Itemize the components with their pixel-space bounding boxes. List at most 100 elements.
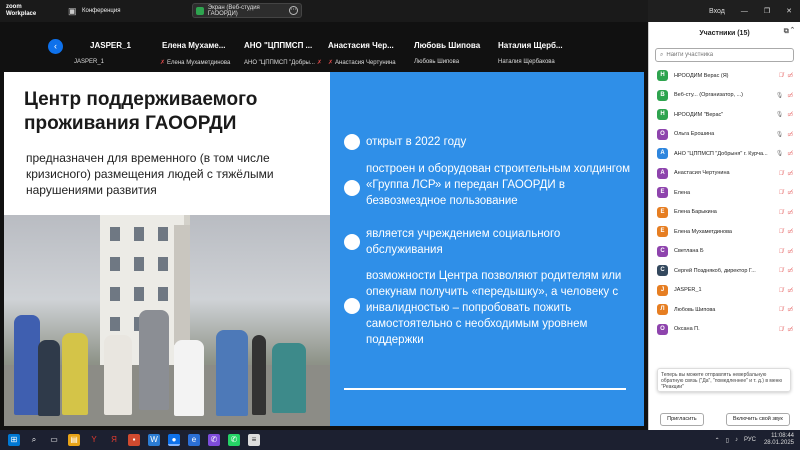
participant-row[interactable]: J JASPER_1 🎙̸ ▭̸ bbox=[649, 281, 800, 301]
participant-status: 🎙 ▭̸ bbox=[776, 131, 793, 138]
participant-search[interactable]: ⌕ bbox=[655, 48, 794, 62]
video-tile[interactable]: JASPER_1 JASPER_1 bbox=[72, 22, 152, 70]
participant-row[interactable]: Л Любовь Шипова 🎙̸ ▭̸ bbox=[649, 300, 800, 320]
participant-row[interactable]: Е Елена Барыкина 🎙̸ ▭̸ bbox=[649, 203, 800, 223]
zoom-logo: zoom Workplace bbox=[6, 4, 37, 17]
video-tile[interactable]: Анастасия Чер... ✗ Анастасия Чертунина bbox=[328, 22, 408, 70]
minimize-icon[interactable]: — bbox=[741, 8, 748, 15]
tray-arrow-icon[interactable]: ⌃ bbox=[715, 437, 720, 444]
video-tile[interactable]: Наталия Щерб... Наталия Щербакова bbox=[496, 22, 586, 70]
viber-icon[interactable]: ✆ bbox=[208, 434, 220, 446]
tile-name-small: Анастасия Чертунина bbox=[335, 60, 396, 66]
invite-button[interactable]: Пригласить bbox=[660, 412, 704, 426]
participant-row[interactable]: А АНО "ЦППМСП "Добрыня" г. Курча... 🎙 ▭̸ bbox=[649, 144, 800, 164]
mic-off-icon: 🎙̸ bbox=[778, 209, 784, 216]
panel-title: Участники (15) bbox=[699, 29, 750, 37]
video-off-icon: ▭̸ bbox=[787, 92, 793, 99]
taskview-icon[interactable]: ▭ bbox=[48, 434, 60, 446]
participant-row[interactable]: С Сергей Позднякоб, директор Г... 🎙̸ ▭̸ bbox=[649, 261, 800, 281]
close-icon[interactable]: ✕ bbox=[786, 7, 792, 15]
maximize-icon[interactable]: ❐ bbox=[764, 7, 770, 15]
bullet-dot-icon bbox=[344, 134, 360, 150]
search-input[interactable] bbox=[666, 52, 777, 58]
tile-name-big: JASPER_1 bbox=[90, 41, 131, 50]
video-tile[interactable]: АНО "ЦППМСП ... АНО "ЦППМСП "Добры... ✗ bbox=[244, 22, 324, 70]
participant-row[interactable]: О Ольга Ерошина 🎙 ▭̸ bbox=[649, 125, 800, 145]
video-tile[interactable]: Елена Мухаме... ✗ Елена Мухаметдинова bbox=[160, 22, 240, 70]
yandex-icon[interactable]: Я bbox=[108, 434, 120, 446]
avatar: Н bbox=[657, 109, 668, 121]
participant-name: Веб-сту... (Организатор, ...) bbox=[674, 92, 744, 99]
video-off-icon: ▭̸ bbox=[787, 229, 793, 235]
shield-icon[interactable]: ▣ bbox=[68, 6, 78, 16]
mic-icon: 🎙 bbox=[775, 112, 784, 118]
avatar: В bbox=[657, 89, 668, 101]
search-icon[interactable]: ⌕ bbox=[28, 434, 40, 446]
app-icon[interactable]: ▪ bbox=[128, 434, 140, 446]
participant-row[interactable]: А Анастасия Чертунина 🎙̸ ▭̸ bbox=[649, 164, 800, 184]
tile-name-big: Анастасия Чер... bbox=[328, 41, 394, 50]
more-icon[interactable]: ⋯ bbox=[289, 6, 298, 15]
zoom-icon[interactable]: ● bbox=[168, 434, 180, 446]
participant-name: НРООДИМ "Верас" bbox=[674, 111, 724, 118]
participant-status: 🎙 ▭̸ bbox=[776, 150, 793, 157]
mic-off-icon: 🎙̸ bbox=[778, 170, 784, 177]
volume-icon[interactable]: ♪ bbox=[735, 437, 738, 443]
edge-icon[interactable]: e bbox=[188, 434, 200, 446]
video-off-icon: ▭̸ bbox=[787, 151, 793, 157]
bullet-text: является учреждением социального обслужи… bbox=[366, 228, 561, 256]
participant-row[interactable]: Е Елена 🎙̸ ▭̸ bbox=[649, 183, 800, 203]
avatar: А bbox=[657, 167, 668, 179]
notepad-icon[interactable]: ≡ bbox=[248, 434, 260, 446]
mic-off-icon: 🎙̸ bbox=[778, 307, 784, 313]
video-off-icon: ▭̸ bbox=[787, 307, 793, 313]
participant-row[interactable]: Н НРООДИМ "Верас" 🎙 ▭̸ bbox=[649, 105, 800, 125]
popout-close-icon[interactable]: ⧉ ⌃ bbox=[784, 28, 794, 36]
participant-row[interactable]: Е Елена Мухаметдинова 🎙̸ ▭̸ bbox=[649, 222, 800, 242]
participant-row[interactable]: О Оксана П. 🎙̸ ▭̸ bbox=[649, 320, 800, 340]
start-icon[interactable]: ⊞ bbox=[8, 434, 20, 446]
unmute-button[interactable]: Включить свой звук bbox=[725, 412, 790, 426]
participant-status: 🎙 ▭̸ bbox=[776, 111, 793, 118]
mic-off-icon: ✗ bbox=[328, 60, 334, 66]
participant-name: JASPER_1 bbox=[674, 287, 702, 294]
mic-off-icon: 🎙̸ bbox=[778, 326, 784, 333]
participant-name: Елена Барыкина bbox=[674, 209, 717, 216]
mic-off-icon: ✗ bbox=[160, 60, 166, 66]
yandex-browser-icon[interactable]: Y bbox=[88, 434, 100, 446]
windows-taskbar: ⊞ ⌕ ▭ ▤ Y Я ▪ W ● e ✆ ✆ ≡ ⌃ ▯ ♪ РУС 11:0… bbox=[0, 430, 800, 450]
participant-row[interactable]: В Веб-сту... (Организатор, ...) 🎙 ▭̸ bbox=[649, 86, 800, 106]
share-label: Экран (Веб-студия ГАООРДИ) bbox=[207, 4, 260, 17]
participant-status: 🎙̸ ▭̸ bbox=[779, 228, 793, 235]
share-indicator[interactable]: Экран (Веб-студия ГАООРДИ) ⋯ bbox=[192, 3, 302, 18]
bullet-text: возможности Центра позволяют родителям и… bbox=[366, 270, 622, 346]
video-tile[interactable]: Любовь Шипова Любовь Шипова bbox=[412, 22, 492, 70]
explorer-icon[interactable]: ▤ bbox=[68, 434, 80, 446]
participant-name: Анастасия Чертунина bbox=[674, 170, 730, 177]
video-off-icon: ▭̸ bbox=[787, 248, 793, 255]
clock-time: 11:08:44 bbox=[771, 433, 794, 439]
participants-panel: Участники (15) ⧉ ⌃ ⌕ Н НРООДИМ Верас (Я) 🎙… bbox=[648, 22, 800, 430]
word-icon[interactable]: W bbox=[148, 434, 160, 446]
network-icon[interactable]: ▯ bbox=[726, 437, 729, 444]
tile-name-small: Наталия Щербакова bbox=[498, 59, 555, 65]
participant-row[interactable]: С Светлана Б 🎙̸ ▭̸ bbox=[649, 242, 800, 262]
clock[interactable]: 11:08:44 28.01.2025 bbox=[764, 433, 794, 447]
mic-off-icon: 🎙̸ bbox=[778, 190, 784, 196]
participant-name: Елена bbox=[674, 189, 691, 196]
participant-status: 🎙̸ ▭̸ bbox=[779, 267, 793, 274]
tile-name-small: Елена Мухаметдинова bbox=[167, 60, 231, 66]
bullet-text: построен и оборудован строительным холди… bbox=[366, 163, 631, 207]
participant-status: 🎙̸ ▭̸ bbox=[779, 306, 793, 313]
participant-name: Ольга Ерошина bbox=[674, 131, 715, 138]
signin-link[interactable]: Вход bbox=[709, 8, 725, 15]
language-indicator[interactable]: РУС bbox=[744, 437, 756, 443]
conference-label[interactable]: Конференция bbox=[82, 8, 120, 14]
whatsapp-icon[interactable]: ✆ bbox=[228, 434, 240, 446]
avatar: Л bbox=[657, 304, 668, 316]
strip-prev-button[interactable]: ‹ bbox=[48, 39, 63, 54]
reactions-toast: Теперь вы можете отправлять невербальную… bbox=[657, 368, 791, 392]
participant-row[interactable]: Н НРООДИМ Верас (Я) 🎙̸ ▭̸ bbox=[649, 66, 800, 86]
bullet-dot-icon bbox=[344, 234, 360, 250]
participant-status: 🎙̸ ▭̸ bbox=[779, 189, 793, 196]
